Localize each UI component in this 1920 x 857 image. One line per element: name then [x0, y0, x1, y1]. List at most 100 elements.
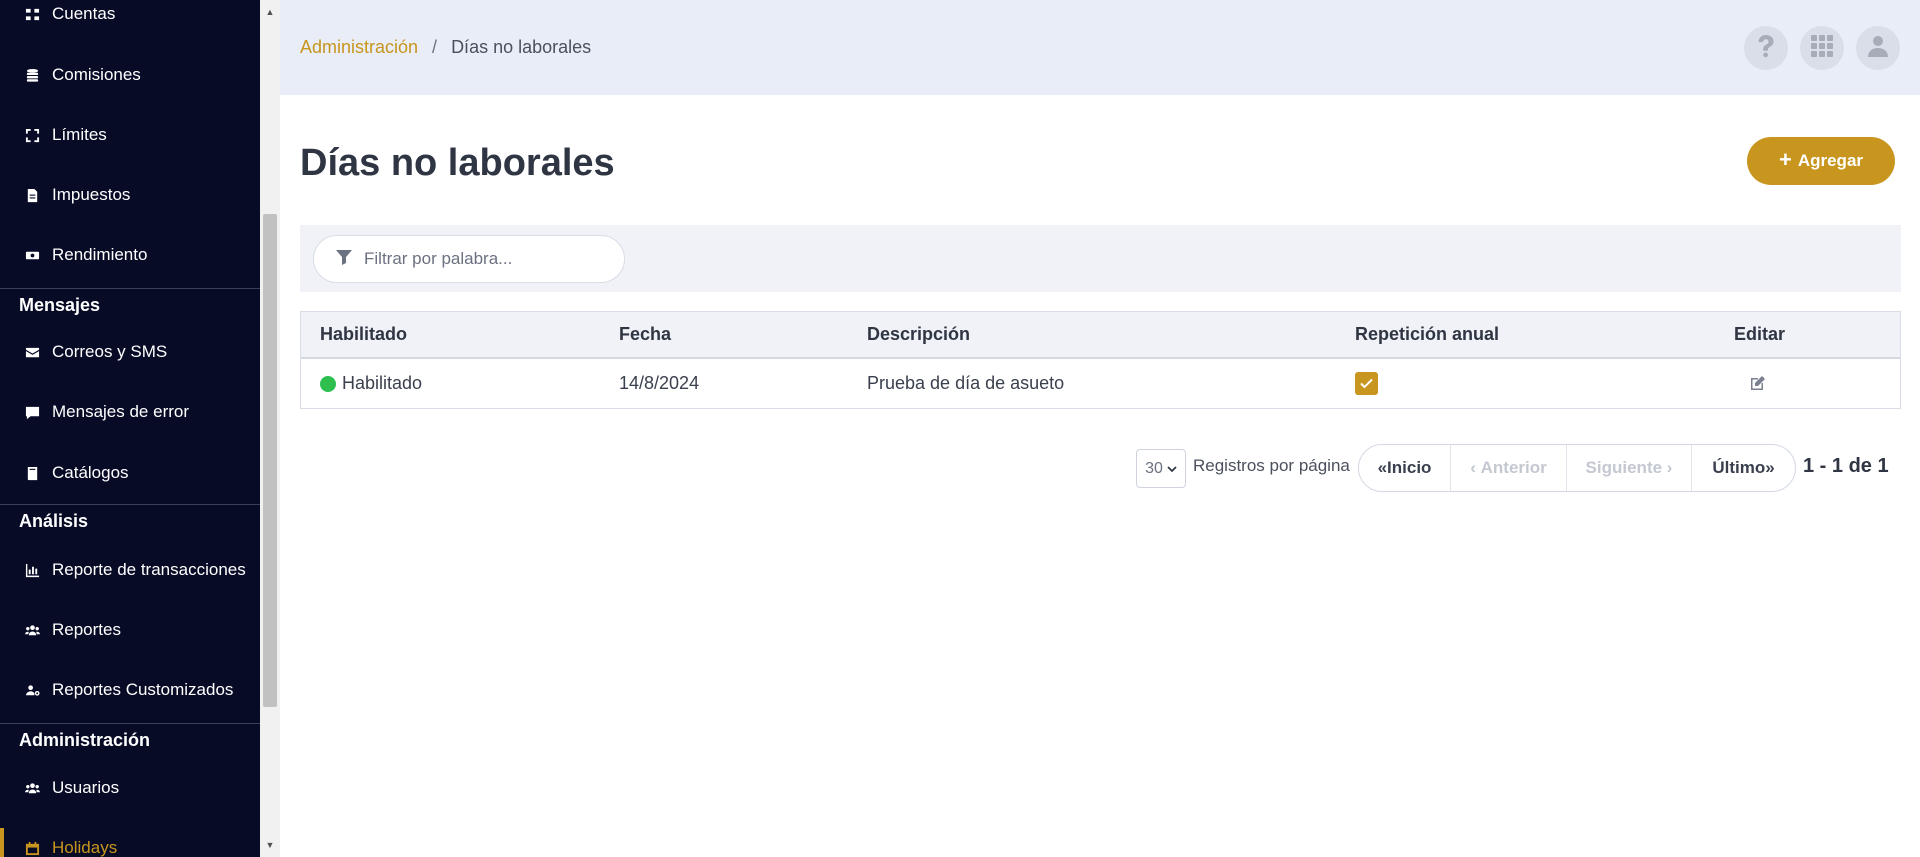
sidebar-item-label: Correos y SMS: [52, 342, 168, 361]
sidebar-item-label: Reportes Customizados: [52, 680, 234, 699]
scrollbar-thumb[interactable]: [263, 214, 277, 707]
column-header-editar: Editar: [1734, 324, 1786, 344]
sidebar-item-impuestos[interactable]: Impuestos: [0, 175, 260, 215]
sidebar-item-label: Comisiones: [52, 65, 141, 84]
date-cell: 14/8/2024: [619, 373, 700, 393]
sidebar-item-cuentas[interactable]: Cuentas: [0, 0, 260, 34]
add-button[interactable]: + Agregar: [1747, 137, 1895, 185]
next-page-button[interactable]: Siguiente ›: [1567, 445, 1692, 491]
help-icon: [1755, 34, 1777, 63]
sidebar-item-label: Catálogos: [52, 463, 129, 482]
user-icon: [1868, 35, 1888, 62]
chevron-right-icon: ›: [1662, 458, 1673, 477]
comment-icon: [24, 404, 40, 420]
last-page-button[interactable]: Último»: [1692, 445, 1795, 491]
calendar-icon: [24, 840, 40, 856]
scroll-up-arrow-icon[interactable]: ▲: [260, 2, 280, 22]
sidebar-scrollbar[interactable]: ▲ ▼: [260, 0, 280, 857]
help-button[interactable]: [1744, 26, 1788, 70]
page-size-select[interactable]: 30: [1136, 449, 1186, 488]
breadcrumb-current: Días no laborales: [451, 37, 592, 57]
table-header-row: Habilitado Fecha Descripción Repetición …: [301, 312, 1900, 359]
file-invoice-icon: [24, 187, 40, 203]
filter-box[interactable]: [313, 235, 625, 283]
table-row: Habilitado 14/8/2024 Prueba de día de as…: [301, 359, 1900, 408]
page-title: Días no laborales: [300, 142, 615, 184]
sidebar-item-label: Mensajes de error: [52, 402, 190, 421]
sidebar-item-usuarios[interactable]: Usuarios: [0, 768, 260, 808]
column-header-habilitado[interactable]: Habilitado: [320, 312, 407, 357]
app-root: Cuentas Comisiones Límites Impuestos Ren…: [0, 0, 1920, 857]
chart-bar-icon: [24, 562, 40, 578]
status-cell: Habilitado: [320, 359, 422, 408]
expand-icon: [24, 127, 40, 143]
sidebar-item-catalogos[interactable]: Catálogos: [0, 453, 260, 493]
breadcrumb-separator: /: [432, 37, 438, 57]
sidebar-section-title: Análisis: [0, 504, 260, 538]
plus-icon: +: [1778, 147, 1792, 172]
sidebar-item-label: Límites: [52, 125, 107, 144]
sidebar-item-reporte-transacciones[interactable]: Reporte de transacciones: [0, 550, 260, 590]
description-cell: Prueba de día de asueto: [867, 373, 1065, 393]
last-page-label: Último: [1712, 458, 1766, 477]
annual-repeat-checkbox[interactable]: [1355, 372, 1378, 395]
page-size-value: 30: [1145, 459, 1163, 477]
chevron-left-icon: ‹: [1470, 458, 1481, 477]
breadcrumb-link-administracion[interactable]: Administración: [300, 37, 418, 58]
user-menu-button[interactable]: [1856, 26, 1900, 70]
book-icon: [24, 465, 40, 481]
apps-button[interactable]: [1800, 26, 1844, 70]
status-text: Habilitado: [342, 373, 423, 393]
sidebar-item-limites[interactable]: Límites: [0, 115, 260, 155]
prev-page-label: Anterior: [1480, 458, 1547, 477]
holidays-table: Habilitado Fecha Descripción Repetición …: [300, 311, 1901, 409]
sidebar: Cuentas Comisiones Límites Impuestos Ren…: [0, 0, 260, 857]
sidebar-item-reportes[interactable]: Reportes: [0, 610, 260, 650]
sidebar-item-label: Usuarios: [52, 778, 120, 797]
add-button-label: Agregar: [1797, 151, 1864, 170]
chevron-down-icon: [1167, 460, 1177, 478]
prev-page-button[interactable]: ‹ Anterior: [1451, 445, 1567, 491]
top-header: Administración / Días no laborales: [280, 0, 1920, 95]
sidebar-item-mensajes-error[interactable]: Mensajes de error: [0, 392, 260, 432]
filter-icon: [336, 249, 364, 270]
next-page-label: Siguiente: [1585, 458, 1663, 477]
column-header-descripcion[interactable]: Descripción: [867, 312, 970, 357]
scroll-down-arrow-icon[interactable]: ▼: [260, 835, 280, 855]
envelope-icon: [24, 344, 40, 360]
sidebar-item-label: Reporte de transacciones: [52, 560, 246, 579]
double-chevron-left-icon: «: [1377, 458, 1388, 477]
column-header-repeticion-anual[interactable]: Repetición anual: [1355, 312, 1499, 357]
sidebar-section-title: Administración: [0, 723, 260, 757]
per-page-label: Registros por página: [1193, 456, 1350, 475]
accounts-icon: [24, 6, 40, 22]
users-icon: [24, 780, 40, 796]
column-header-fecha[interactable]: Fecha: [619, 312, 671, 357]
apps-grid-icon: [1811, 34, 1833, 62]
sidebar-item-holidays[interactable]: Holidays: [0, 828, 260, 857]
users-icon: [24, 622, 40, 638]
status-indicator-icon: [320, 375, 336, 392]
sidebar-item-label: Reportes: [52, 620, 121, 639]
sidebar-item-label: Holidays: [52, 838, 118, 857]
sidebar-item-reportes-customizados[interactable]: Reportes Customizados: [0, 670, 260, 710]
sidebar-section-title: Mensajes: [0, 288, 260, 322]
checkmark-icon: [1360, 378, 1373, 389]
edit-icon[interactable]: [1749, 375, 1766, 392]
sidebar-item-comisiones[interactable]: Comisiones: [0, 55, 260, 95]
users-cog-icon: [24, 682, 40, 698]
coins-icon: [24, 67, 40, 83]
sidebar-item-label: Cuentas: [52, 4, 116, 23]
double-chevron-right-icon: »: [1765, 458, 1775, 477]
first-page-button[interactable]: «Inicio: [1359, 445, 1451, 491]
pagination-range: 1 - 1 de 1: [1803, 455, 1889, 477]
annual-repeat-cell: [1355, 359, 1378, 408]
sidebar-item-correos-sms[interactable]: Correos y SMS: [0, 332, 260, 372]
filter-input[interactable]: [364, 249, 604, 269]
breadcrumb: Administración / Días no laborales: [300, 37, 591, 58]
sidebar-item-rendimiento[interactable]: Rendimiento: [0, 235, 260, 275]
money-bill-icon: [24, 247, 40, 263]
sidebar-item-label: Rendimiento: [52, 245, 148, 264]
edit-cell: [1749, 359, 1766, 408]
first-page-label: Inicio: [1387, 458, 1432, 477]
